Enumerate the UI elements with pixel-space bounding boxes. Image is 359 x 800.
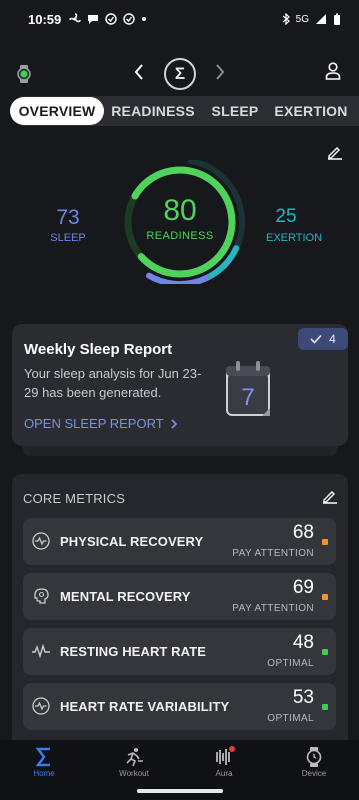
card-stack-edge: [22, 446, 338, 456]
calendar-icon: 7: [226, 361, 270, 416]
nav-device[interactable]: Device: [284, 746, 344, 778]
card-body: Your sleep analysis for Jun 23-29 has be…: [24, 366, 202, 400]
status-indicator: [322, 594, 328, 600]
chevron-left-icon[interactable]: [132, 62, 146, 87]
status-indicator: [322, 539, 328, 545]
readiness-score: 80: [163, 194, 197, 227]
fan-icon: [69, 13, 81, 23]
battery-icon: [334, 13, 340, 25]
metric-label: PHYSICAL RECOVERY: [60, 534, 204, 549]
metric-label: RESTING HEART RATE: [60, 644, 207, 659]
badge-count: 4: [329, 332, 336, 346]
metric-physical-recovery[interactable]: PHYSICAL RECOVERY 68 PAY ATTENTION: [23, 518, 336, 565]
nav-workout-label: Workout: [119, 769, 149, 778]
card-title: Weekly Sleep Report: [24, 341, 173, 358]
metric-status: OPTIMAL: [267, 713, 314, 724]
hrv-icon: [31, 696, 51, 721]
status-time: 10:59: [28, 11, 62, 27]
heartbeat-icon: [31, 641, 51, 666]
metric-label: HEART RATE VARIABILITY: [60, 699, 230, 714]
exertion-label: EXERTION: [266, 232, 323, 244]
metric-resting-heart-rate[interactable]: RESTING HEART RATE 48 OPTIMAL: [23, 628, 336, 675]
chevron-right-icon[interactable]: [213, 62, 227, 87]
watch-status-icon[interactable]: [16, 64, 32, 89]
status-indicator: [322, 704, 328, 710]
metric-status: OPTIMAL: [267, 658, 314, 669]
score-gauge[interactable]: 80 READINESS 73 SLEEP 25 EXERTION: [40, 160, 322, 284]
aura-icon: [194, 746, 254, 768]
metric-value: 53: [292, 687, 314, 708]
notification-icons: [69, 13, 147, 25]
nav-aura[interactable]: Aura: [194, 746, 254, 778]
metric-label: MENTAL RECOVERY: [60, 589, 191, 604]
metric-value: 69: [292, 577, 314, 598]
nav-workout[interactable]: Workout: [104, 746, 164, 778]
metric-value: 48: [292, 632, 314, 653]
tab-readiness[interactable]: READINESS: [104, 97, 202, 125]
status-bar: 10:59 5G: [0, 0, 359, 38]
link-label: OPEN SLEEP REPORT: [24, 416, 164, 431]
exertion-score: 25: [275, 206, 297, 227]
check-circle-icon: [123, 13, 135, 25]
readiness-label: READINESS: [146, 230, 214, 242]
check-circle-icon: [105, 13, 117, 25]
top-navigation: Σ: [0, 54, 359, 94]
running-icon: [104, 746, 164, 768]
open-sleep-report-link[interactable]: OPEN SLEEP REPORT: [24, 416, 178, 431]
dot-icon: [142, 17, 147, 21]
home-indicator[interactable]: [137, 789, 223, 793]
tab-sleep[interactable]: SLEEP: [202, 97, 268, 125]
metric-heart-rate-variability[interactable]: HEART RATE VARIABILITY 53 OPTIMAL: [23, 683, 336, 730]
nav-home-label: Home: [33, 769, 55, 778]
status-indicator: [322, 649, 328, 655]
metric-status: PAY ATTENTION: [232, 548, 314, 559]
sigma-icon: [14, 746, 74, 768]
app-logo[interactable]: Σ: [164, 58, 196, 90]
weekly-sleep-report-card[interactable]: 4 Weekly Sleep Report Your sleep analysi…: [12, 324, 348, 446]
tab-exertion[interactable]: EXERTION: [268, 97, 354, 125]
watch-icon: [284, 746, 344, 768]
profile-icon[interactable]: [325, 62, 341, 85]
signal-icon: [316, 14, 326, 24]
core-metrics-section: CORE METRICS PHYSICAL RECOVERY 68 PAY AT…: [12, 474, 348, 740]
check-icon: [310, 334, 322, 344]
edit-overview-icon[interactable]: [327, 144, 343, 165]
edit-metrics-icon[interactable]: [322, 488, 338, 509]
nav-home[interactable]: Home: [14, 746, 74, 778]
sleep-score: 73: [56, 206, 80, 229]
bluetooth-icon: [282, 13, 290, 25]
tab-overview[interactable]: OVERVIEW: [10, 97, 104, 125]
pulse-icon: [31, 531, 51, 556]
chat-icon: [88, 15, 99, 24]
network-type: 5G: [295, 13, 309, 25]
chevron-right-icon: [171, 418, 177, 429]
nav-device-label: Device: [301, 769, 327, 778]
metric-value: 68: [292, 522, 314, 543]
report-count-badge[interactable]: 4: [298, 328, 348, 350]
calendar-day: 7: [241, 384, 254, 411]
brain-icon: [31, 586, 51, 611]
metric-mental-recovery[interactable]: MENTAL RECOVERY 69 PAY ATTENTION: [23, 573, 336, 620]
sleep-label: SLEEP: [50, 232, 86, 244]
tab-bar: OVERVIEW READINESS SLEEP EXERTION: [10, 96, 359, 126]
system-icons: 5G: [282, 13, 341, 26]
nav-aura-label: Aura: [215, 769, 233, 778]
core-metrics-title: CORE METRICS: [23, 491, 126, 506]
metric-status: PAY ATTENTION: [232, 603, 314, 614]
